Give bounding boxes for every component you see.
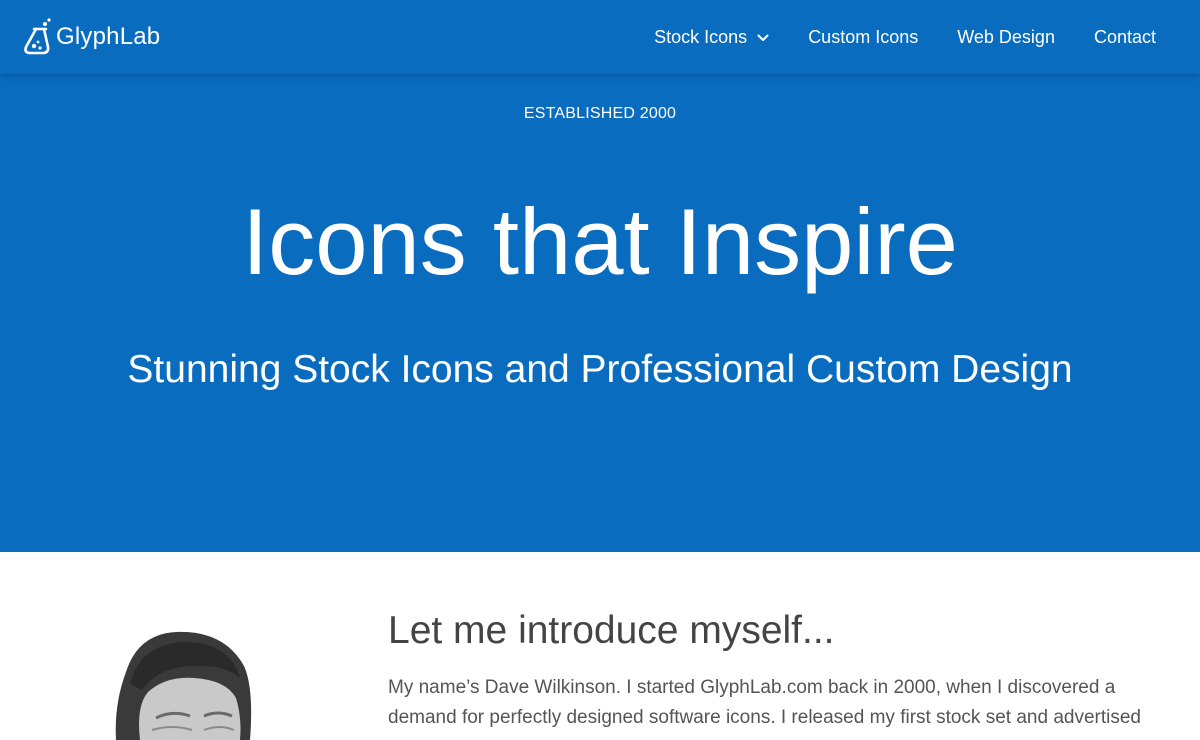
nav-item-label: Stock Icons	[654, 26, 748, 47]
nav-item-contact[interactable]: Contact	[1094, 27, 1156, 48]
nav-item-label: Custom Icons	[808, 26, 919, 47]
nav-item-label: Web Design	[957, 26, 1055, 47]
intro-heading: Let me introduce myself...	[388, 609, 835, 652]
author-photo	[112, 626, 262, 740]
hero-title: Icons that Inspire	[242, 189, 958, 294]
brand-name: GlyphLab	[56, 23, 161, 50]
hero-subtitle: Stunning Stock Icons and Professional Cu…	[127, 348, 1073, 391]
flask-icon	[24, 18, 51, 55]
site-header: GlyphLab Stock Icons Custom Icons Web De…	[0, 0, 1200, 74]
nav-item-custom-icons[interactable]: Custom Icons	[808, 27, 918, 48]
chevron-down-icon	[757, 34, 769, 41]
nav-item-stock-icons[interactable]: Stock Icons	[654, 27, 769, 48]
intro-section: Let me introduce myself... My name’s Dav…	[0, 552, 1200, 740]
intro-body: My name’s Dave Wilkinson. I started Glyp…	[388, 677, 1141, 728]
hero-section: ESTABLISHED 2000 Icons that Inspire Stun…	[0, 74, 1200, 552]
hero-eyebrow: ESTABLISHED 2000	[523, 105, 677, 122]
nav-item-label: Contact	[1093, 26, 1156, 47]
logo[interactable]: GlyphLab	[22, 17, 160, 57]
nav-item-web-design[interactable]: Web Design	[957, 27, 1055, 48]
main-nav: Stock Icons Custom Icons Web Design Cont…	[654, 0, 1156, 74]
